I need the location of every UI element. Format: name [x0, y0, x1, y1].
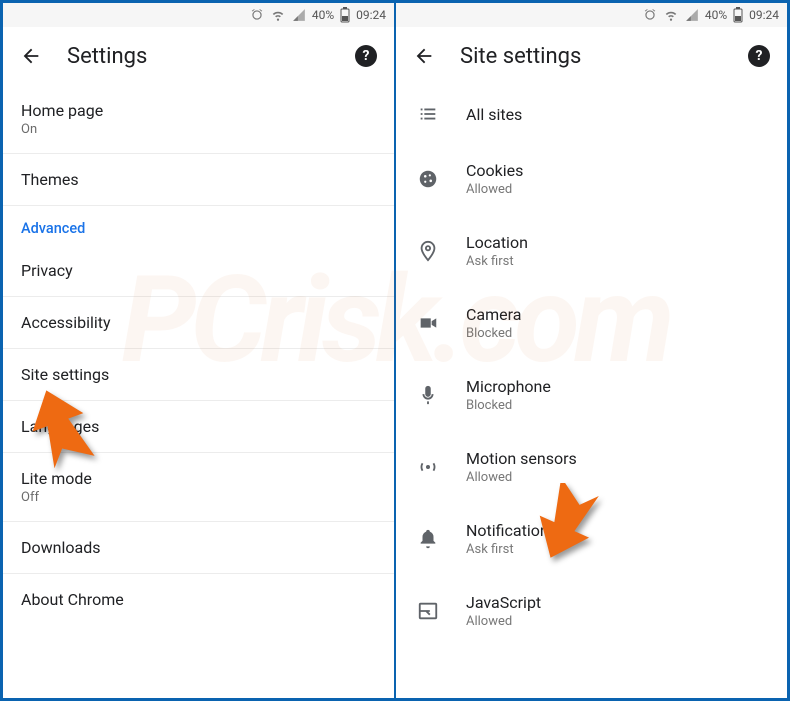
row-privacy[interactable]: Privacy [3, 245, 394, 297]
row-sub: Allowed [466, 614, 541, 629]
row-languages[interactable]: Languages [3, 401, 394, 453]
row-sub: Blocked [466, 398, 551, 413]
row-label: Privacy [21, 261, 376, 280]
alarm-icon [643, 8, 657, 22]
help-icon: ? [355, 45, 377, 67]
row-themes[interactable]: Themes [3, 154, 394, 206]
back-button[interactable] [410, 42, 438, 70]
arrow-left-icon [20, 45, 42, 67]
row-label: Languages [21, 417, 376, 436]
row-sub: Allowed [466, 182, 523, 197]
row-label: Camera [466, 305, 521, 324]
battery-icon [733, 7, 743, 23]
status-time: 09:24 [749, 8, 779, 22]
row-notifications[interactable]: Notifications Ask first [396, 503, 787, 575]
row-label: JavaScript [466, 593, 541, 612]
row-sub: Blocked [466, 326, 521, 341]
status-bar: 40% 09:24 [3, 3, 394, 27]
row-all-sites[interactable]: All sites [396, 85, 787, 143]
battery-percent: 40% [705, 8, 727, 22]
wifi-icon [663, 8, 679, 22]
row-accessibility[interactable]: Accessibility [3, 297, 394, 349]
help-button[interactable]: ? [745, 42, 773, 70]
row-motion-sensors[interactable]: Motion sensors Allowed [396, 431, 787, 503]
alarm-icon [250, 8, 264, 22]
cookie-icon [408, 168, 448, 190]
app-bar: Site settings ? [396, 27, 787, 85]
battery-icon [340, 7, 350, 23]
section-advanced: Advanced [3, 206, 394, 245]
javascript-icon [408, 600, 448, 622]
bell-icon [408, 528, 448, 550]
row-cookies[interactable]: Cookies Allowed [396, 143, 787, 215]
help-button[interactable]: ? [352, 42, 380, 70]
row-camera[interactable]: Camera Blocked [396, 287, 787, 359]
page-title: Settings [67, 44, 330, 69]
microphone-icon [408, 384, 448, 406]
row-label: Cookies [466, 161, 523, 180]
list-icon [408, 103, 448, 125]
wifi-icon [270, 8, 286, 22]
settings-pane: 40% 09:24 Settings ? Home page On Themes… [3, 3, 395, 698]
row-downloads[interactable]: Downloads [3, 522, 394, 574]
row-site-settings[interactable]: Site settings [3, 349, 394, 401]
back-button[interactable] [17, 42, 45, 70]
row-label: Accessibility [21, 313, 376, 332]
row-label: All sites [466, 105, 522, 124]
site-settings-pane: 40% 09:24 Site settings ? All sites Cook… [395, 3, 787, 698]
row-label: Motion sensors [466, 449, 577, 468]
row-sub: On [21, 122, 376, 137]
status-bar: 40% 09:24 [396, 3, 787, 27]
battery-percent: 40% [312, 8, 334, 22]
camera-icon [408, 312, 448, 334]
settings-list: Home page On Themes Advanced Privacy Acc… [3, 85, 394, 698]
row-location[interactable]: Location Ask first [396, 215, 787, 287]
row-sub: Ask first [466, 254, 528, 269]
row-sub: Allowed [466, 470, 577, 485]
location-icon [408, 240, 448, 262]
row-sub: Off [21, 490, 376, 505]
row-label: Home page [21, 101, 376, 120]
signal-icon [685, 8, 699, 22]
row-lite-mode[interactable]: Lite mode Off [3, 453, 394, 522]
row-microphone[interactable]: Microphone Blocked [396, 359, 787, 431]
row-label: Location [466, 233, 528, 252]
row-label: Notifications [466, 521, 557, 540]
status-time: 09:24 [356, 8, 386, 22]
row-sub: Ask first [466, 542, 557, 557]
row-label: Microphone [466, 377, 551, 396]
help-icon: ? [748, 45, 770, 67]
motion-icon [408, 456, 448, 478]
row-label: About Chrome [21, 590, 376, 609]
row-label: Site settings [21, 365, 376, 384]
row-about-chrome[interactable]: About Chrome [3, 574, 394, 625]
row-label: Themes [21, 170, 376, 189]
row-label: Downloads [21, 538, 376, 557]
row-javascript[interactable]: JavaScript Allowed [396, 575, 787, 647]
app-bar: Settings ? [3, 27, 394, 85]
row-label: Lite mode [21, 469, 376, 488]
row-home-page[interactable]: Home page On [3, 85, 394, 154]
arrow-left-icon [413, 45, 435, 67]
page-title: Site settings [460, 44, 723, 69]
signal-icon [292, 8, 306, 22]
site-settings-list: All sites Cookies Allowed Location Ask fir… [396, 85, 787, 698]
